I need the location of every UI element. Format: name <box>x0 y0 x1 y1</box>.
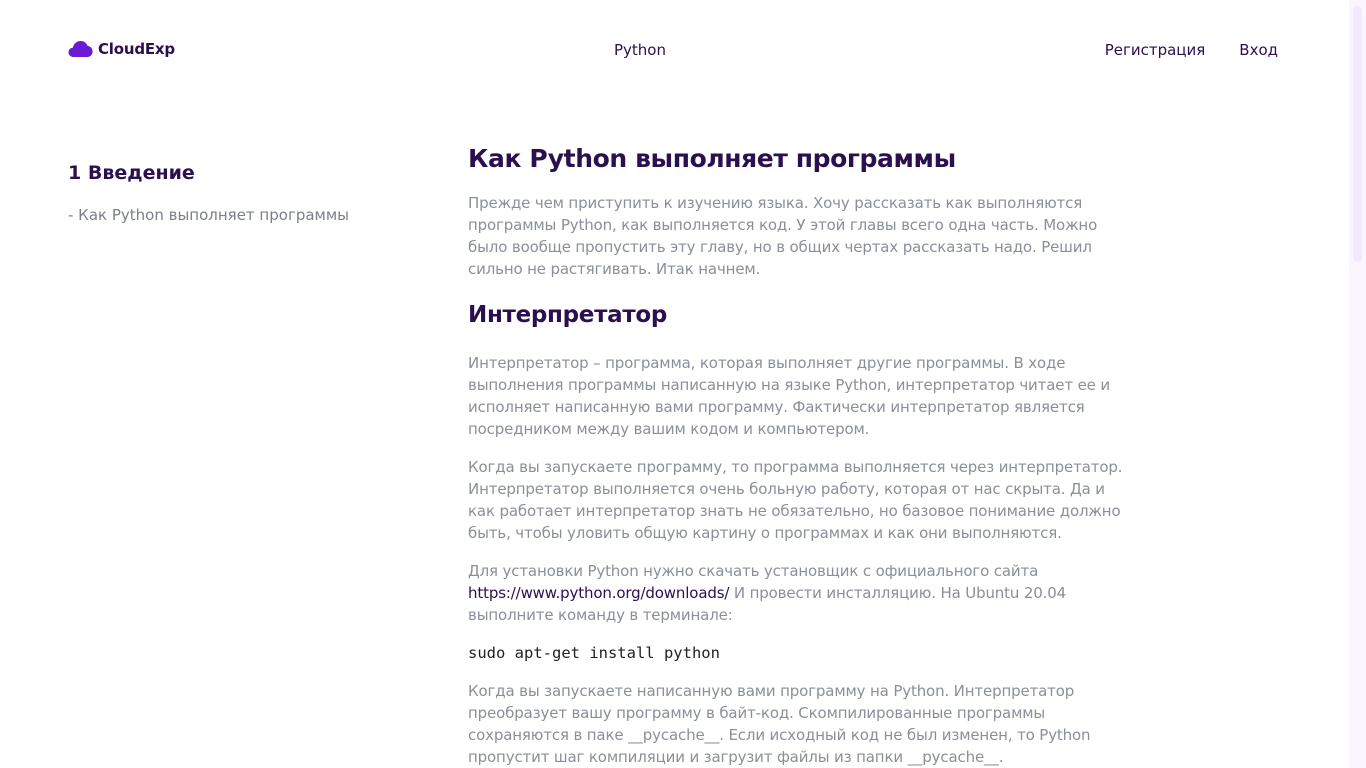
login-link[interactable]: Вход <box>1239 41 1278 59</box>
article: Как Python выполняет программы Прежде че… <box>468 142 1136 768</box>
brand-name: CloudExp <box>98 40 175 58</box>
scrollbar-thumb[interactable] <box>1353 6 1362 262</box>
paragraph-interpreter-definition: Интерпретатор – программа, которая выпол… <box>468 354 1110 438</box>
nav-link-python[interactable]: Python <box>614 41 666 59</box>
section-title-interpreter: Интерпретатор <box>468 302 668 328</box>
paragraph-bytecode: Когда вы запускаете написанную вами прог… <box>468 682 1091 766</box>
sidebar-item-how-python-runs[interactable]: - Как Python выполняет программы <box>68 206 408 224</box>
sidebar: 1 Введение - Как Python выполняет програ… <box>68 162 408 224</box>
header: CloudExp Python Регистрация Вход <box>0 0 1348 100</box>
sidebar-section-title: 1 Введение <box>68 162 195 184</box>
auth-nav: Регистрация Вход <box>1105 41 1278 59</box>
cloud-icon <box>68 41 93 57</box>
python-downloads-link[interactable]: https://www.python.org/downloads/ <box>468 584 729 602</box>
install-command: sudo apt-get install python <box>468 644 720 662</box>
brand-logo[interactable]: CloudExp <box>68 40 175 58</box>
paragraph-interpreter-run: Когда вы запускаете программу, то програ… <box>468 458 1123 542</box>
install-text-before: Для установки Python нужно скачать устан… <box>468 562 1039 580</box>
page-scrollbar[interactable] <box>1349 0 1366 768</box>
register-link[interactable]: Регистрация <box>1105 41 1206 59</box>
article-title: Как Python выполняет программы <box>468 144 956 173</box>
intro-paragraph: Прежде чем приступить к изучению языка. … <box>468 194 1098 278</box>
paragraph-install: Для установки Python нужно скачать устан… <box>468 560 1136 626</box>
